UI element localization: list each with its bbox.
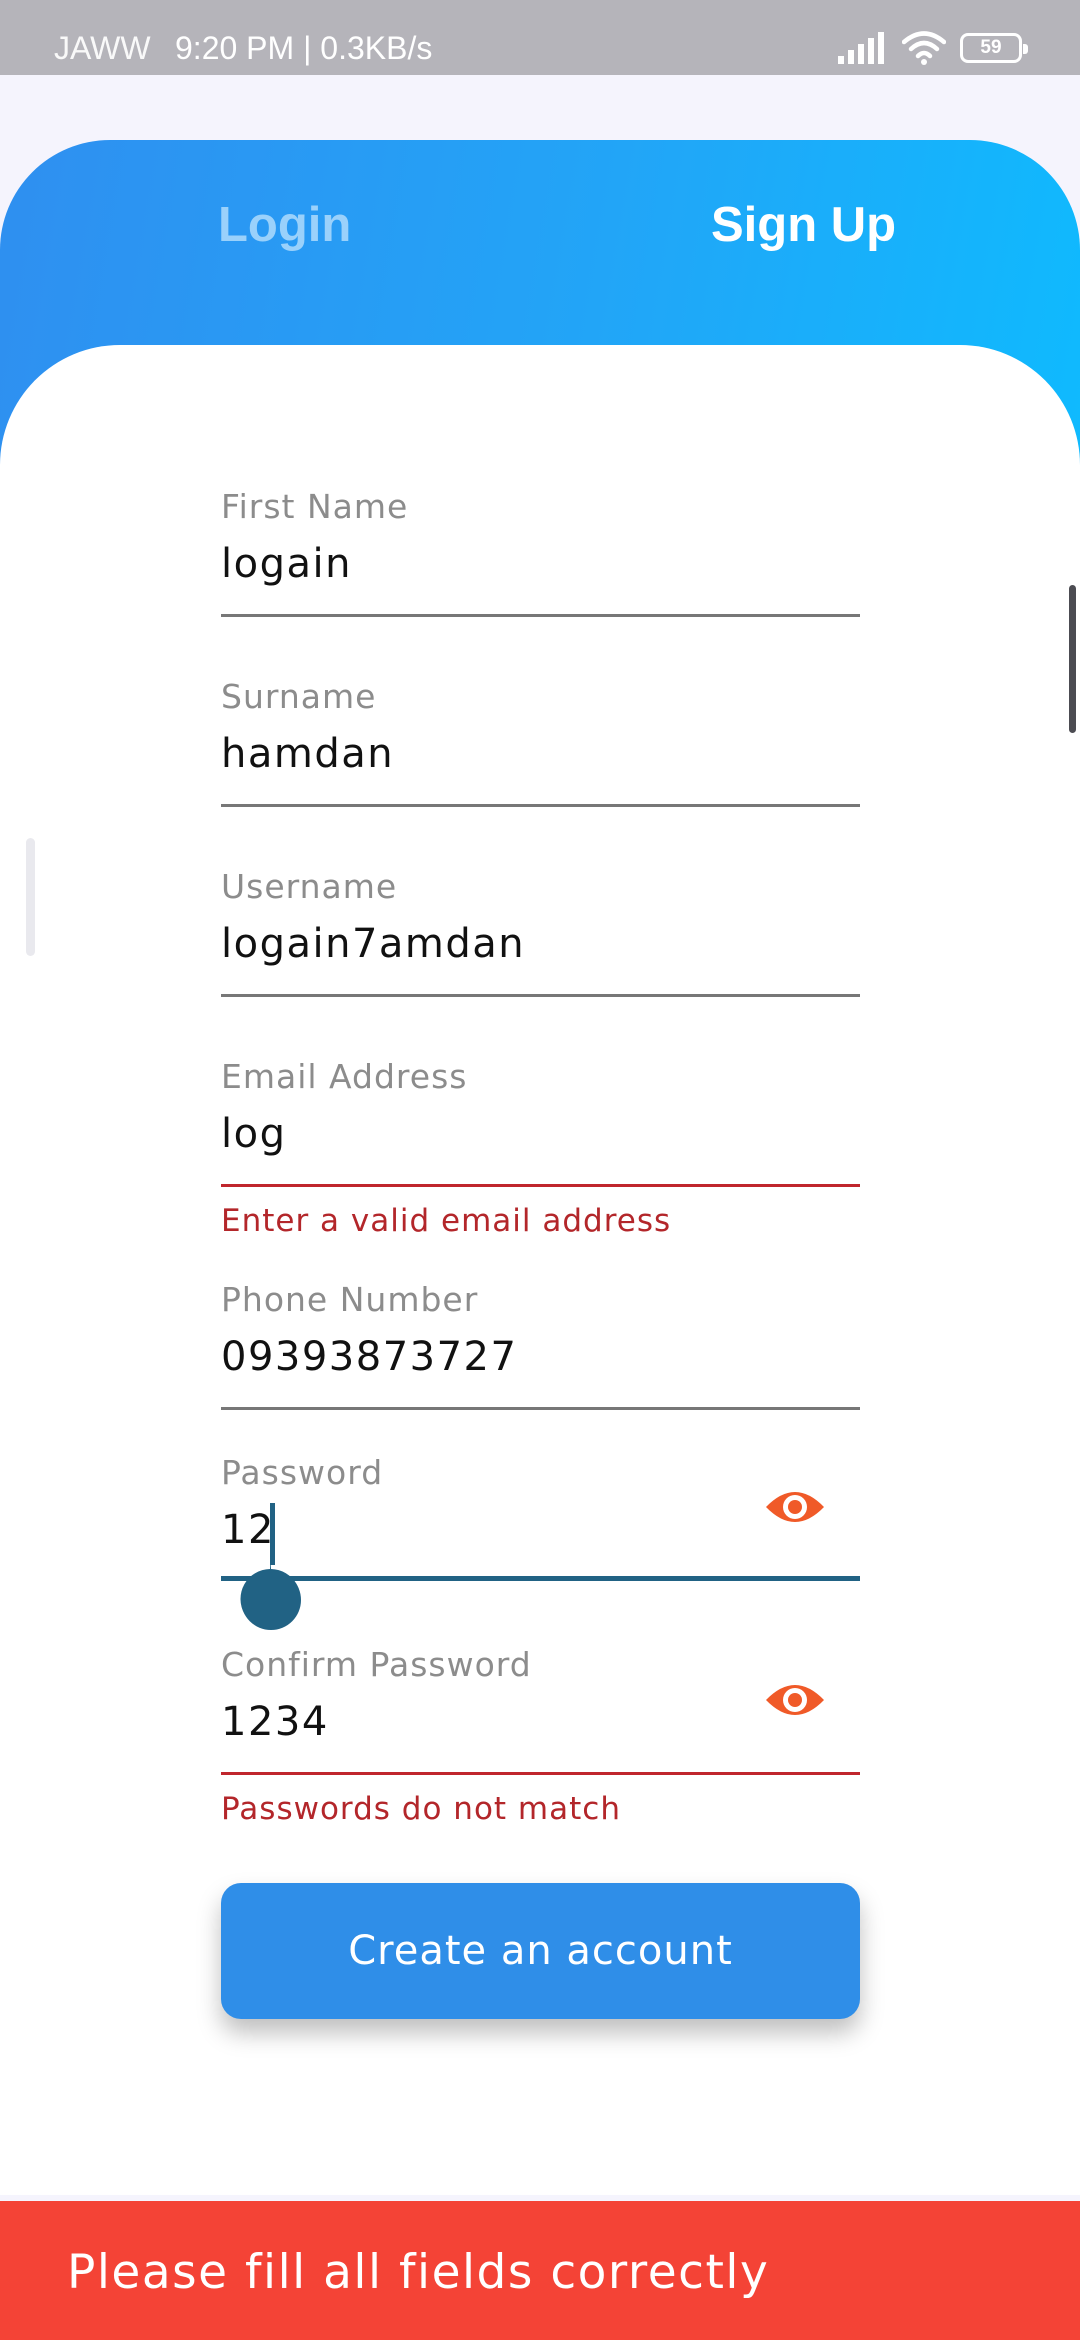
confirm-password-field[interactable]: Confirm Password 1234 Passwords do not m… [221, 1645, 860, 1830]
tab-login[interactable]: Login [218, 190, 351, 260]
first-name-field[interactable]: First Name logain [221, 487, 860, 617]
first-name-input[interactable]: logain [221, 539, 352, 589]
tab-signup[interactable]: Sign Up [711, 190, 896, 260]
surname-input[interactable]: hamdan [221, 729, 394, 779]
signal-icon [838, 32, 884, 64]
eye-icon[interactable] [764, 1678, 826, 1722]
error-snackbar: Please fill all fields correctly [0, 2201, 1080, 2340]
create-account-button[interactable]: Create an account [221, 1883, 860, 2019]
phone-underline [221, 1407, 860, 1410]
username-label: Username [221, 867, 398, 906]
surname-label: Surname [221, 677, 377, 716]
password-underline [221, 1576, 860, 1581]
surname-field[interactable]: Surname hamdan [221, 677, 860, 807]
status-bar: JAWW 9:20 PM | 0.3KB/s 59 [0, 0, 1080, 75]
first-name-label: First Name [221, 487, 409, 526]
username-field[interactable]: Username logain7amdan [221, 867, 860, 997]
email-underline [221, 1184, 860, 1187]
confirm-password-underline [221, 1772, 860, 1775]
battery-icon: 59 [960, 33, 1028, 63]
email-field[interactable]: Email Address log Enter a valid email ad… [221, 1057, 860, 1239]
status-time: 9:20 PM | 0.3KB/s [175, 30, 433, 66]
password-field[interactable]: Password 12 [221, 1453, 860, 1633]
password-label: Password [221, 1453, 384, 1492]
confirm-password-label: Confirm Password [221, 1645, 532, 1684]
phone-field[interactable]: Phone Number 09393873727 [221, 1280, 860, 1410]
password-input[interactable]: 12 [221, 1505, 275, 1555]
email-error-text: Enter a valid email address [221, 1203, 672, 1239]
confirm-password-input[interactable]: 1234 [221, 1697, 329, 1747]
email-label: Email Address [221, 1057, 468, 1096]
battery-level: 59 [980, 37, 1002, 58]
confirm-password-error-text: Passwords do not match [221, 1791, 621, 1827]
scrollbar-thumb[interactable] [1069, 585, 1076, 733]
first-name-underline [221, 614, 860, 617]
surname-underline [221, 804, 860, 807]
email-input[interactable]: log [221, 1109, 286, 1159]
eye-icon[interactable] [764, 1485, 826, 1529]
phone-label: Phone Number [221, 1280, 479, 1319]
snackbar-message: Please fill all fields correctly [67, 2245, 770, 2300]
status-icons: 59 [838, 28, 1028, 68]
username-input[interactable]: logain7amdan [221, 919, 525, 969]
edge-scroll-indicator [26, 838, 35, 956]
wifi-icon [902, 31, 946, 65]
username-underline [221, 994, 860, 997]
carrier-label: JAWW [54, 30, 151, 66]
cursor-handle[interactable] [240, 1555, 302, 1631]
phone-input[interactable]: 09393873727 [221, 1332, 517, 1382]
